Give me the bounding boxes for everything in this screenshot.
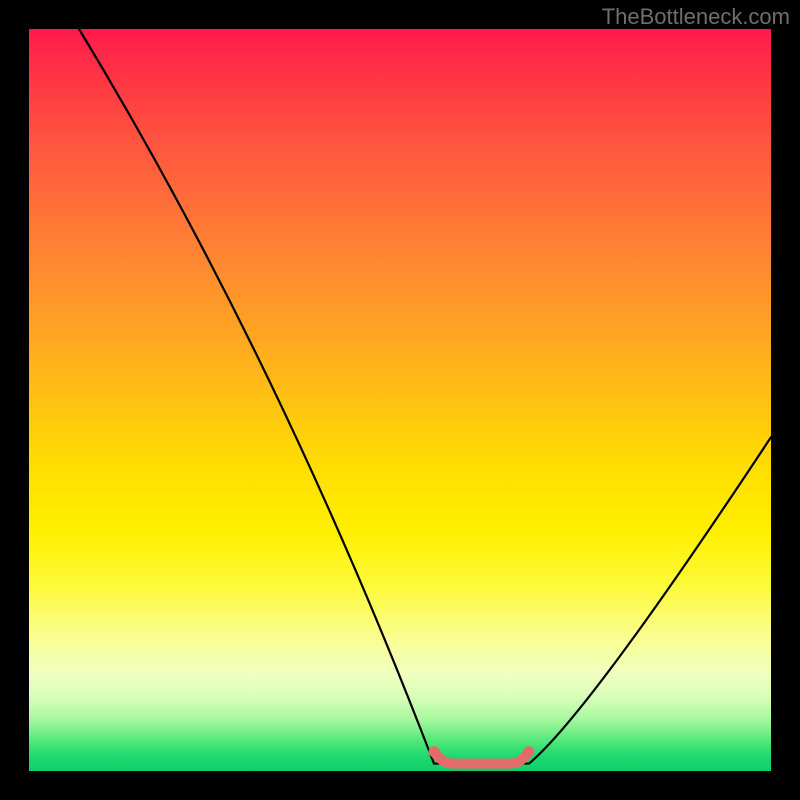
bottleneck-curve xyxy=(29,29,771,771)
watermark-text: TheBottleneck.com xyxy=(602,4,790,30)
chart-frame: TheBottleneck.com xyxy=(0,0,800,800)
